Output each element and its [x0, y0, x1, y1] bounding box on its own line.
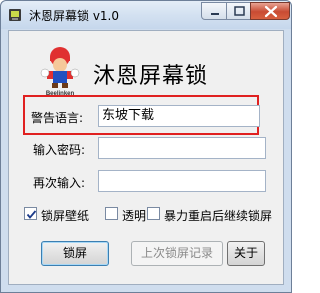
lock-button[interactable]: 锁屏: [41, 241, 109, 266]
about-button[interactable]: 关于: [227, 241, 265, 266]
title-bar[interactable]: 沐恩屏幕锁 v1.0: [1, 1, 291, 29]
warning-message-input[interactable]: 东坡下载: [98, 105, 260, 127]
transparent-checkbox[interactable]: [105, 207, 118, 220]
minimize-button[interactable]: [201, 2, 227, 20]
minimize-icon: [211, 13, 219, 15]
last-lock-record-button[interactable]: 上次锁屏记录: [131, 241, 223, 266]
dialog-body: Beelinken 沐恩屏幕锁 警告语言: 东坡下载 输入密码: 再次输入: 锁…: [8, 30, 284, 285]
maximize-button[interactable]: [226, 2, 251, 20]
wallpaper-checkbox-label: 锁屏壁纸: [41, 209, 90, 223]
persist-after-reboot-checkbox[interactable]: [147, 207, 160, 220]
persist-after-reboot-label: 暴力重启后继续锁屏: [164, 209, 273, 223]
maximize-icon: [234, 6, 245, 16]
warning-label: 警告语言:: [31, 111, 84, 125]
wallpaper-checkbox[interactable]: [24, 207, 37, 220]
password-label: 输入密码:: [33, 143, 86, 157]
mario-logo-icon: Beelinken: [40, 47, 80, 97]
checkmark-icon: [26, 210, 37, 219]
password-input[interactable]: [98, 137, 266, 159]
transparent-checkbox-label: 透明: [122, 209, 147, 223]
app-window: 沐恩屏幕锁 v1.0 Beelinken 沐恩屏幕锁 警告语言: 东坡下载 输入…: [0, 0, 292, 293]
window-title: 沐恩屏幕锁 v1.0: [29, 9, 120, 23]
confirm-password-label: 再次输入:: [33, 176, 86, 190]
close-button[interactable]: [250, 2, 290, 20]
lock-app-icon: [9, 9, 21, 21]
app-heading: 沐恩屏幕锁: [93, 64, 209, 89]
close-icon: [264, 5, 278, 18]
confirm-password-input[interactable]: [98, 170, 266, 192]
